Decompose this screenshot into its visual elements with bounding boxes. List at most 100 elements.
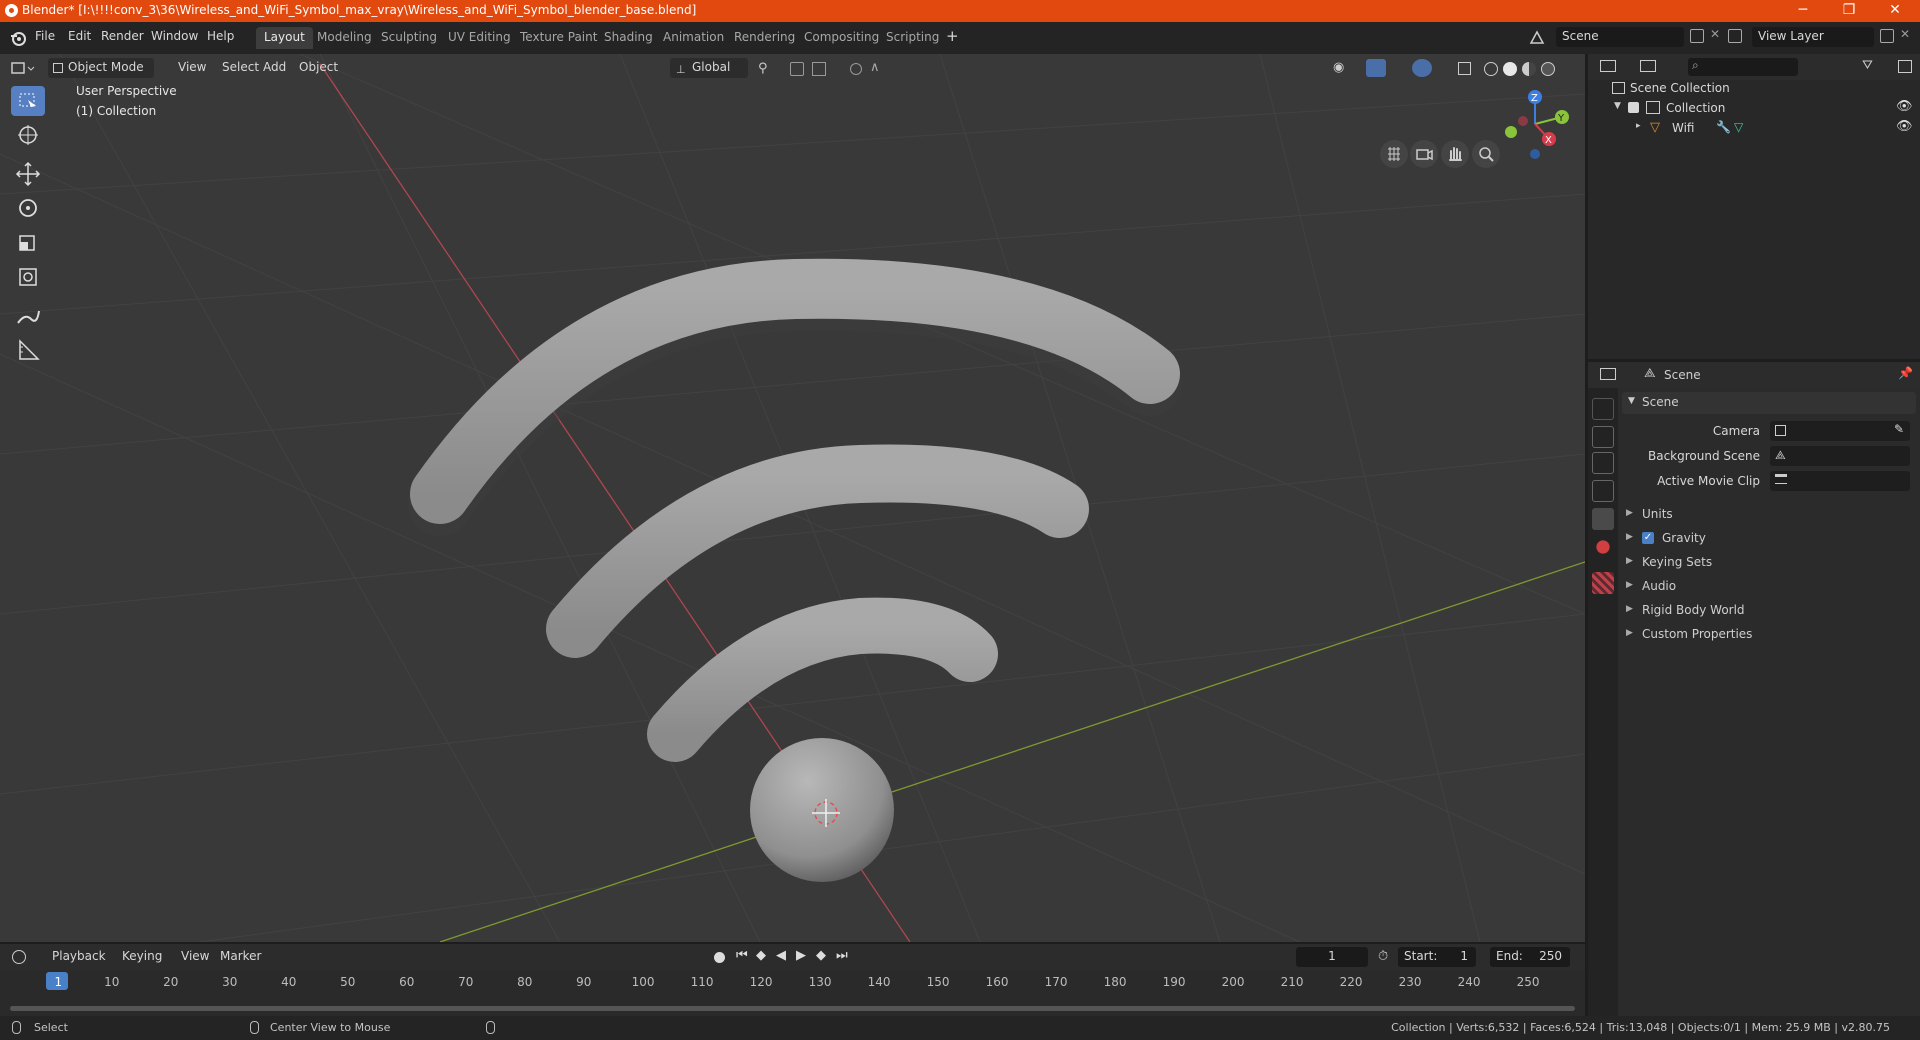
menu-help[interactable]: Help <box>207 29 234 43</box>
tab-animation[interactable]: Animation <box>655 27 732 49</box>
view-menu[interactable]: View <box>172 58 212 78</box>
properties-editor[interactable]: ⟁ Scene 📌 ▼ Scene Camera ✎ Background Sc… <box>1588 362 1920 1016</box>
tab-scripting[interactable]: Scripting <box>878 27 947 49</box>
menu-window[interactable]: Window <box>151 29 198 43</box>
proportional-edit-icon[interactable] <box>850 63 862 75</box>
pivot-point-icon[interactable]: ⚲ <box>758 61 768 76</box>
collection-checkbox[interactable] <box>1628 102 1639 113</box>
wireframe-shading-icon[interactable] <box>1484 62 1498 76</box>
texture-tab-icon[interactable] <box>1592 572 1614 594</box>
view-layer-field[interactable]: View Layer <box>1752 27 1874 47</box>
render-tab-icon[interactable] <box>1592 426 1614 448</box>
maximize-button[interactable]: ❐ <box>1826 0 1872 22</box>
close-button[interactable]: ✕ <box>1872 0 1918 22</box>
gizmo-neg-x-icon[interactable] <box>1518 116 1528 126</box>
collection-expand-icon[interactable]: ▼ <box>1614 101 1621 111</box>
xray-toggle-icon[interactable] <box>1458 62 1471 75</box>
outliner-row-scene-collection[interactable]: Scene Collection <box>1588 78 1920 98</box>
new-view-layer-icon[interactable] <box>1880 29 1894 43</box>
tab-uv-editing[interactable]: UV Editing <box>440 27 519 49</box>
timeline-scrollbar[interactable] <box>10 1006 1575 1011</box>
new-collection-icon[interactable] <box>1898 60 1912 73</box>
camera-field[interactable] <box>1770 421 1910 441</box>
rigid-body-world-panel[interactable]: ▶ Rigid Body World <box>1622 600 1916 620</box>
gravity-panel[interactable]: ▶ ✓ Gravity <box>1622 528 1916 548</box>
output-tab-icon[interactable] <box>1592 452 1614 474</box>
background-scene-field[interactable] <box>1770 446 1910 466</box>
custom-properties-panel[interactable]: ▶ Custom Properties <box>1622 624 1916 644</box>
wifi-dot-sphere[interactable] <box>750 738 894 882</box>
audio-panel[interactable]: ▶ Audio <box>1622 576 1916 596</box>
units-panel[interactable]: ▶ Units <box>1622 504 1916 524</box>
measure-tool[interactable] <box>11 335 45 365</box>
rotate-tool[interactable] <box>11 193 45 223</box>
pin-icon[interactable]: 📌 <box>1898 366 1913 380</box>
tab-texture-paint[interactable]: Texture Paint <box>512 27 605 49</box>
scene-tab-icon[interactable] <box>1592 508 1614 530</box>
editor-type-icon[interactable] <box>10 60 36 76</box>
view-layer-tab-icon[interactable] <box>1592 480 1614 502</box>
gizmo-toggle-icon[interactable] <box>1366 59 1386 77</box>
annotate-tool[interactable] <box>11 301 45 331</box>
snap-toggle-icon[interactable] <box>790 62 804 76</box>
object-visibility-eye-icon[interactable]: 👁 <box>1896 119 1913 134</box>
camera-view-button[interactable] <box>1410 140 1438 168</box>
mode-dropdown[interactable]: Object Mode <box>48 58 154 78</box>
cursor-tool[interactable] <box>11 120 45 150</box>
viewport-scene[interactable] <box>0 54 1585 942</box>
modifier-icon[interactable]: 🔧 <box>1716 120 1731 134</box>
tab-layout[interactable]: Layout <box>256 27 313 49</box>
scene-selector-icon[interactable] <box>1528 29 1546 47</box>
remove-scene-icon[interactable]: ✕ <box>1710 27 1720 41</box>
menu-render[interactable]: Render <box>101 29 144 43</box>
material-shading-icon[interactable] <box>1522 62 1536 76</box>
3d-viewport[interactable]: User Perspective (1) Collection Z Y X <box>0 54 1585 942</box>
gizmo-neg-y-icon[interactable] <box>1505 126 1517 138</box>
solid-shading-icon[interactable] <box>1503 62 1517 76</box>
outliner-search-input[interactable] <box>1688 58 1798 76</box>
outliner-row-collection[interactable]: ▼ Collection 👁 <box>1588 98 1920 118</box>
tab-sculpting[interactable]: Sculpting <box>373 27 445 49</box>
tab-shading[interactable]: Shading <box>596 27 661 49</box>
overlay-toggle-icon[interactable] <box>1412 59 1432 77</box>
add-menu[interactable]: Add <box>257 58 292 78</box>
minimize-button[interactable]: ─ <box>1780 0 1826 22</box>
filter-icon[interactable]: ⛛ <box>1862 58 1873 73</box>
eyedropper-icon[interactable]: ✎ <box>1894 422 1904 436</box>
gravity-checkbox[interactable]: ✓ <box>1642 532 1654 544</box>
rendered-shading-icon[interactable] <box>1541 62 1555 76</box>
visibility-icon[interactable]: ◉ <box>1333 60 1344 75</box>
object-expand-icon[interactable]: ▸ <box>1636 121 1641 131</box>
scale-tool[interactable] <box>11 227 45 257</box>
scene-panel-header[interactable]: ▼ Scene <box>1622 392 1916 414</box>
snap-target-icon[interactable] <box>812 62 826 76</box>
collection-visibility-eye-icon[interactable]: 👁 <box>1896 99 1913 114</box>
world-tab-icon[interactable] <box>1592 536 1614 558</box>
display-mode-icon[interactable] <box>1640 60 1656 72</box>
pan-view-button[interactable] <box>1441 140 1469 168</box>
scene-field[interactable]: Scene <box>1556 27 1684 47</box>
timeline[interactable]: Playback Keying View Marker ⏮ ◆ ◀ ▶ ◆ ⏭ … <box>0 944 1585 1016</box>
object-menu[interactable]: Object <box>293 58 344 78</box>
remove-view-layer-icon[interactable]: ✕ <box>1900 27 1910 41</box>
keying-sets-panel[interactable]: ▶ Keying Sets <box>1622 552 1916 572</box>
blender-menu-icon[interactable] <box>10 30 26 46</box>
tab-compositing[interactable]: Compositing <box>796 27 887 49</box>
menu-edit[interactable]: Edit <box>68 29 91 43</box>
active-movie-clip-field[interactable] <box>1770 471 1910 491</box>
gizmo-neg-z-icon[interactable] <box>1530 149 1540 159</box>
wifi-arc-small[interactable] <box>647 597 998 762</box>
add-workspace-button[interactable]: + <box>946 27 959 45</box>
menu-file[interactable]: File <box>35 29 55 43</box>
outliner[interactable]: ⌕ ⛛ Scene Collection ▼ Collection 👁 ▸ ▽ … <box>1588 54 1920 359</box>
transform-tool[interactable] <box>11 261 45 291</box>
tab-rendering[interactable]: Rendering <box>726 27 803 49</box>
move-tool[interactable] <box>11 159 45 189</box>
properties-editor-type-icon[interactable] <box>1600 368 1616 380</box>
view-layer-icon[interactable] <box>1728 29 1742 43</box>
navigation-gizmo[interactable]: Z Y X <box>1495 84 1575 164</box>
falloff-icon[interactable]: ∧ <box>870 60 880 75</box>
tab-modeling[interactable]: Modeling <box>309 27 380 49</box>
new-scene-icon[interactable] <box>1690 29 1704 43</box>
tool-tab-icon[interactable] <box>1592 398 1614 420</box>
